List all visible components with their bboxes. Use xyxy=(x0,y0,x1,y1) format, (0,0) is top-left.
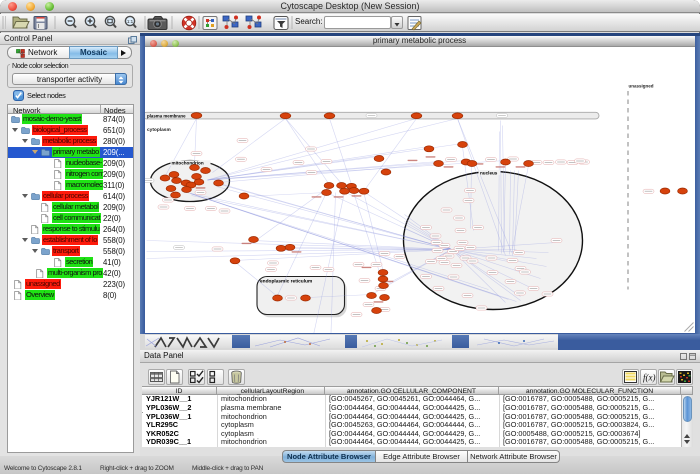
svg-text:1:1: 1:1 xyxy=(127,19,134,24)
svg-text:nucleus: nucleus xyxy=(480,170,498,175)
svg-text:endoplasmic reticulum: endoplasmic reticulum xyxy=(260,278,312,284)
svg-text:cytoplasm: cytoplasm xyxy=(147,127,171,133)
svg-text:mitochondrion: mitochondrion xyxy=(171,160,203,165)
svg-text:unassigned: unassigned xyxy=(628,83,653,88)
svg-text:f(x): f(x) xyxy=(643,373,656,383)
svg-text:plasma membrane: plasma membrane xyxy=(147,113,186,118)
